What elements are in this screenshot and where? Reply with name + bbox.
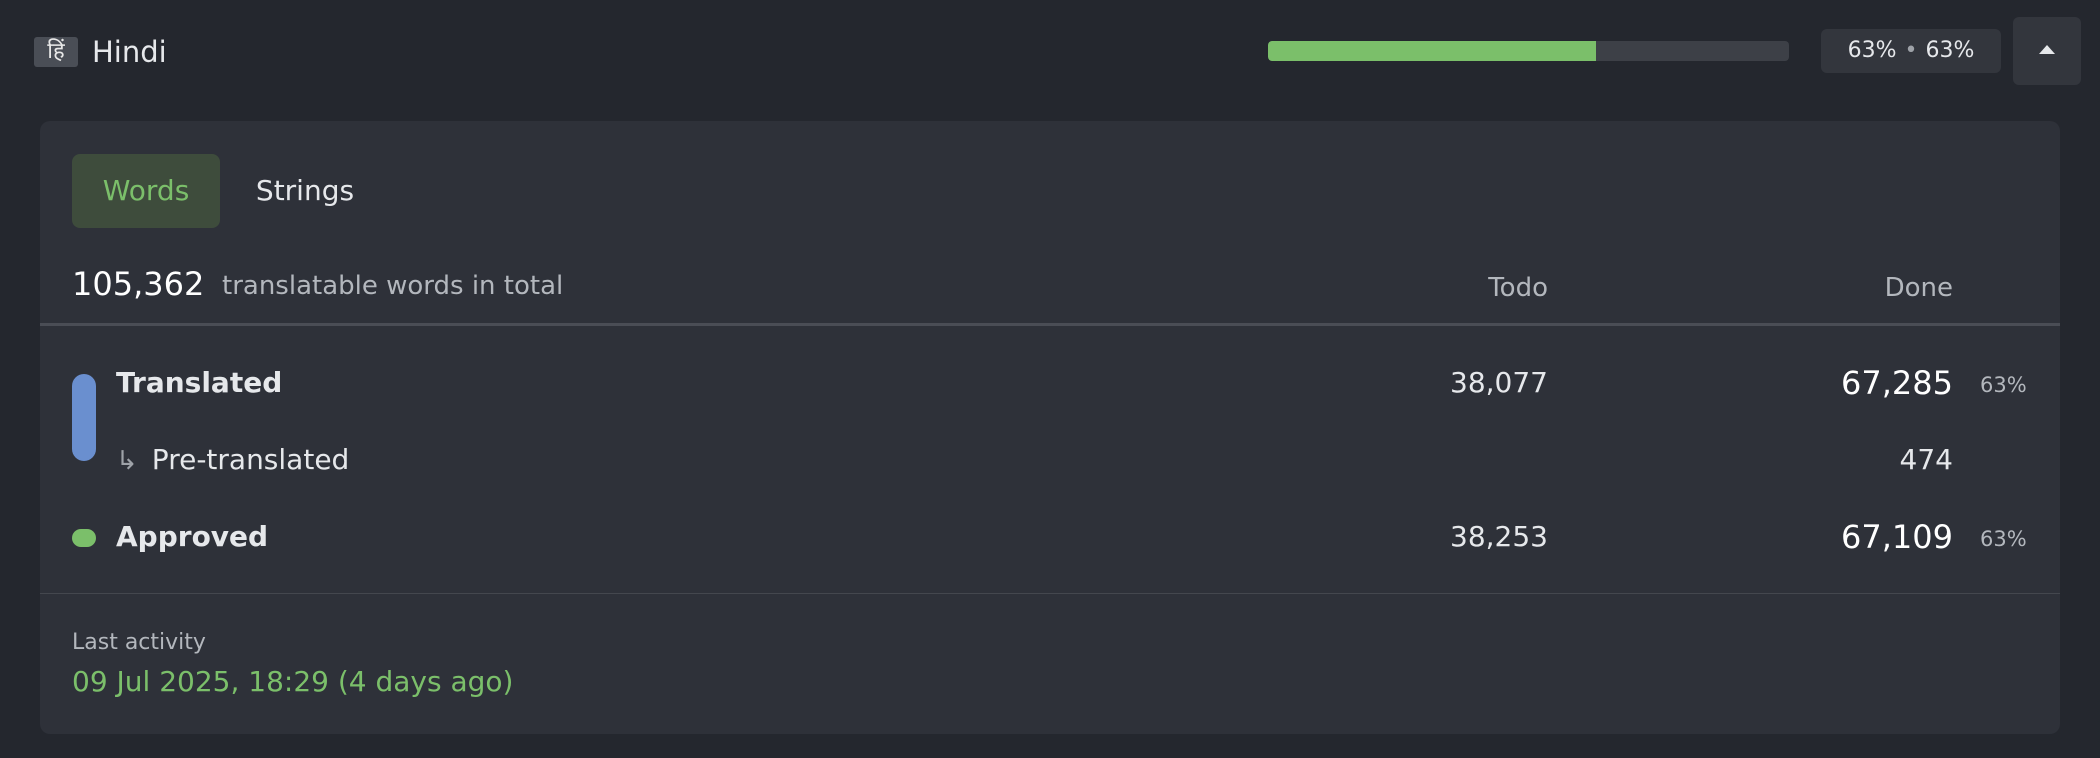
- last-activity-label: Last activity: [72, 630, 206, 655]
- approved-percent-value: 63%: [1980, 527, 2027, 551]
- percent-separator: •: [1904, 38, 1918, 63]
- collapse-button[interactable]: [2013, 17, 2081, 85]
- stats-card: Words Strings 105,362 translatable words…: [40, 121, 2060, 734]
- pretranslated-row: ↳ Pre-translated: [116, 440, 349, 481]
- language-header[interactable]: हिं Hindi 63% • 63%: [0, 0, 2100, 104]
- translated-percent: 63%: [1847, 38, 1897, 63]
- column-header-done: Done: [1884, 273, 1953, 303]
- translated-label: Translated: [116, 366, 283, 399]
- pretranslated-label: Pre-translated: [151, 443, 350, 476]
- approved-done: 67,109: [1841, 518, 1953, 556]
- language-name: Hindi: [92, 35, 167, 69]
- sub-arrow-icon: ↳: [116, 446, 138, 476]
- activity-divider: [40, 593, 2060, 594]
- total-words-label: translatable words in total: [222, 271, 564, 301]
- approved-percent: 63%: [1925, 38, 1975, 63]
- translated-todo: 38,077: [1450, 366, 1548, 399]
- chevron-up-icon: [2039, 45, 2055, 54]
- language-stats-panel: हिं Hindi 63% • 63% Words Strings 105,362 …: [0, 0, 2100, 758]
- translated-done: 67,285: [1841, 364, 1953, 402]
- total-words-count: 105,362: [72, 265, 205, 303]
- header-divider: [40, 323, 2060, 326]
- tab-strings[interactable]: Strings: [236, 154, 374, 228]
- progress-percent-badge: 63% • 63%: [1821, 29, 2001, 73]
- approved-label: Approved: [116, 520, 269, 553]
- progress-bar: [1268, 41, 1789, 61]
- translated-indicator: [72, 374, 96, 461]
- pretranslated-done: 474: [1899, 443, 1953, 476]
- column-header-todo: Todo: [1488, 273, 1548, 303]
- approved-indicator: [72, 529, 96, 547]
- language-flag-badge: हिं: [34, 37, 78, 67]
- tab-words[interactable]: Words: [72, 154, 220, 228]
- approved-todo: 38,253: [1450, 520, 1548, 553]
- last-activity-value: 09 Jul 2025, 18:29 (4 days ago): [72, 665, 514, 698]
- progress-bar-fill: [1268, 41, 1597, 61]
- translated-percent-value: 63%: [1980, 373, 2027, 397]
